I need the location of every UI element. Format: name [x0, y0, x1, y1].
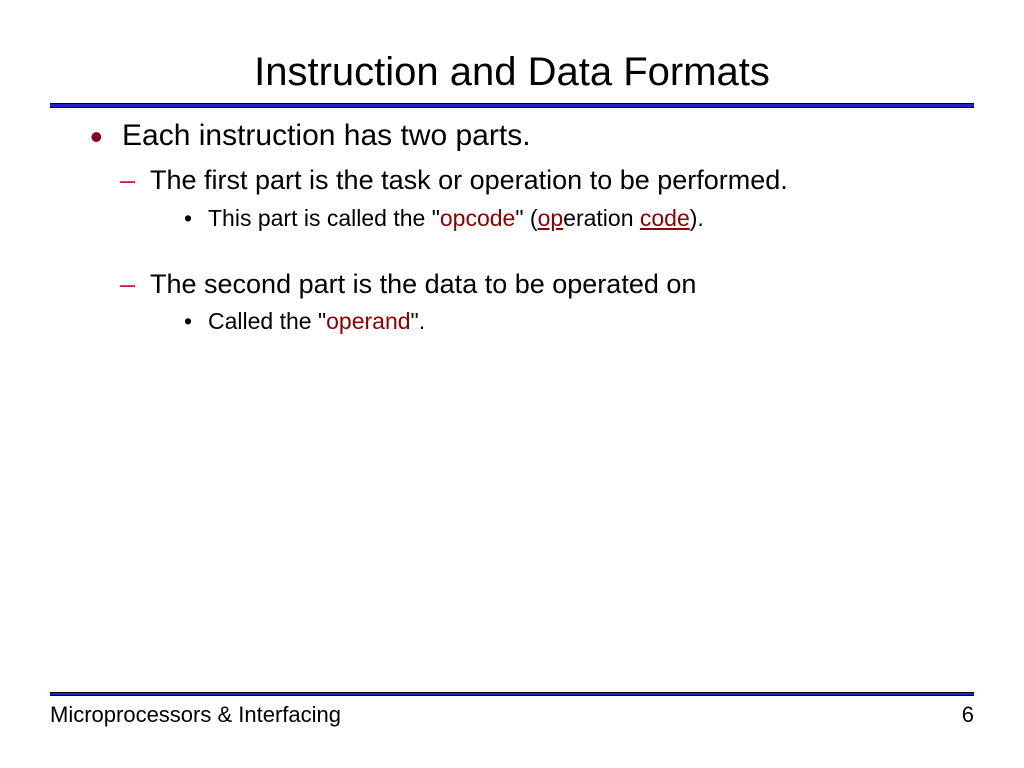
underline-op: op [538, 205, 564, 231]
bullet-level1: Each instruction has two parts. [90, 118, 974, 154]
text: ". [411, 308, 426, 334]
footer-left: Microprocessors & Interfacing [50, 702, 341, 728]
bullet-level2: The second part is the data to be operat… [120, 268, 974, 302]
slide: Instruction and Data Formats Each instru… [0, 0, 1024, 768]
bullet-level3: This part is called the "opcode" (operat… [184, 204, 974, 234]
slide-title: Instruction and Data Formats [50, 50, 974, 95]
emphasis-opcode: opcode [440, 205, 515, 231]
text: " ( [515, 205, 537, 231]
text: eration [563, 205, 640, 231]
text: This part is called the " [208, 205, 440, 231]
bullet-level2: The first part is the task or operation … [120, 164, 974, 198]
underline-code: code [640, 205, 690, 231]
text: Called the " [208, 308, 326, 334]
page-number: 6 [962, 702, 974, 728]
bullet-level3: Called the "operand". [184, 307, 974, 337]
title-divider [50, 103, 974, 108]
text: ). [690, 205, 704, 231]
slide-footer: Microprocessors & Interfacing 6 [50, 696, 974, 728]
emphasis-operand: operand [326, 308, 410, 334]
slide-content: Each instruction has two parts. The firs… [50, 118, 974, 692]
spacer [90, 240, 974, 268]
